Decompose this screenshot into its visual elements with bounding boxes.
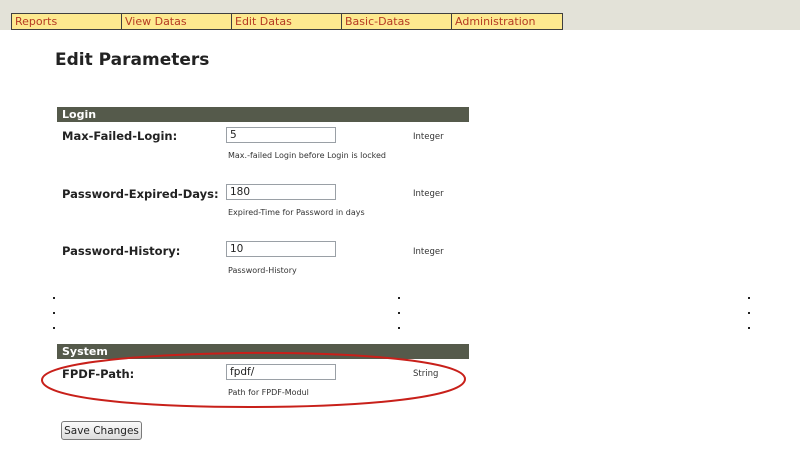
password-history-label: Password-History: — [62, 244, 181, 258]
max-failed-login-label: Max-Failed-Login: — [62, 129, 178, 143]
password-expired-days-type: Integer — [413, 189, 444, 199]
edit-parameters-page: Reports View Datas Edit Datas Basic-Data… — [0, 0, 800, 454]
password-expired-days-help: Expired-Time for Password in days — [228, 208, 365, 217]
section-header-login: Login — [57, 107, 469, 122]
nav-item-administration[interactable]: Administration — [452, 14, 562, 29]
nav-item-reports[interactable]: Reports — [12, 14, 122, 29]
main-nav: Reports View Datas Edit Datas Basic-Data… — [11, 13, 563, 30]
max-failed-login-type: Integer — [413, 132, 444, 142]
nav-item-basic-datas[interactable]: Basic-Datas — [342, 14, 452, 29]
nav-item-view-datas[interactable]: View Datas — [122, 14, 232, 29]
page-title: Edit Parameters — [55, 50, 210, 70]
max-failed-login-input[interactable] — [226, 127, 336, 143]
password-history-help: Password-History — [228, 266, 297, 275]
annotation-ellipse — [40, 351, 467, 409]
password-history-type: Integer — [413, 247, 444, 257]
password-expired-days-input[interactable] — [226, 184, 336, 200]
password-history-input[interactable] — [226, 241, 336, 257]
password-expired-days-label: Password-Expired-Days: — [62, 187, 219, 201]
top-bar: Reports View Datas Edit Datas Basic-Data… — [0, 0, 800, 30]
max-failed-login-help: Max.-failed Login before Login is locked — [228, 151, 387, 160]
nav-item-edit-datas[interactable]: Edit Datas — [232, 14, 342, 29]
save-changes-button[interactable]: Save Changes — [61, 421, 142, 440]
